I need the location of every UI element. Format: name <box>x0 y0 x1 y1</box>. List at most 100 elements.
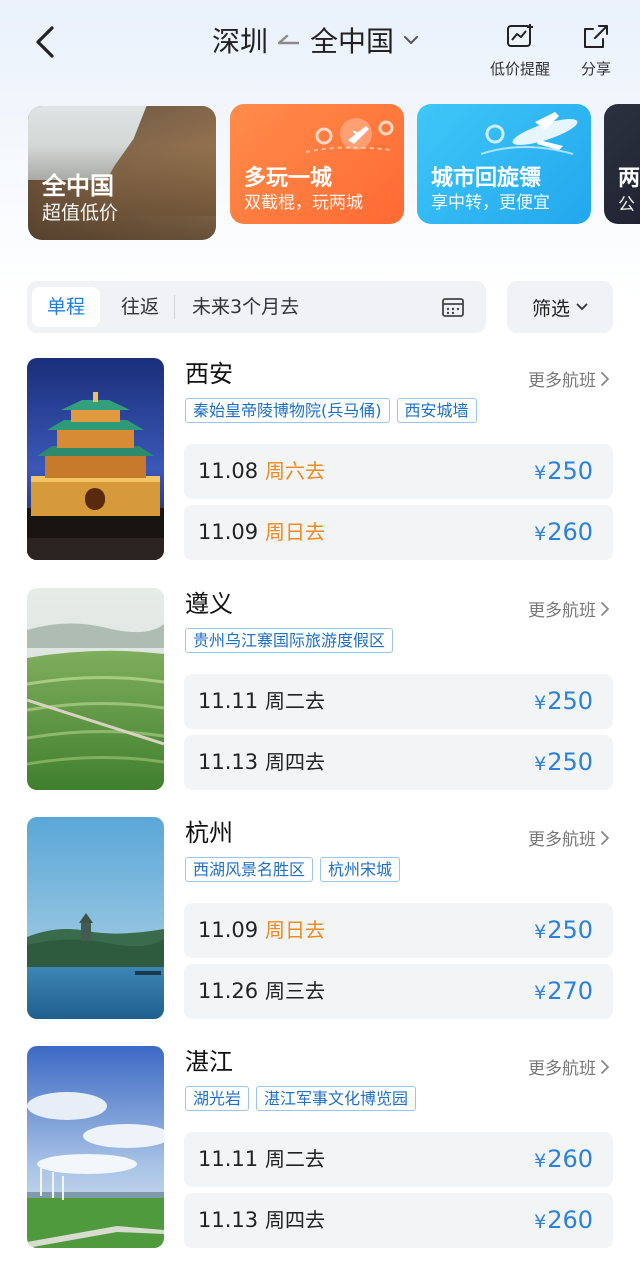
flight-row[interactable]: 11.09 周日去 ¥260 <box>184 505 613 560</box>
flight-weekday: 周二去 <box>265 1147 325 1171</box>
more-flights-link[interactable]: 更多航班 <box>528 1054 610 1079</box>
city-name: 杭州 <box>185 819 233 847</box>
flight-date: 11.11 <box>198 1147 259 1171</box>
share-label: 分享 <box>580 60 611 78</box>
calendar-icon[interactable] <box>441 295 465 319</box>
route-selector[interactable]: 深圳 全中国 <box>212 20 420 60</box>
hangzhou-lake-image <box>27 817 164 1019</box>
back-arrow-icon[interactable] <box>30 22 62 62</box>
banner-boomerang[interactable]: 城市回旋镖 享中转，更便宜 <box>417 104 591 224</box>
flight-row[interactable]: 11.09 周日去 ¥250 <box>184 903 613 958</box>
attraction-tag[interactable]: 秦始皇帝陵博物院(兵马俑) <box>185 398 390 423</box>
currency-symbol: ¥ <box>534 1211 547 1233</box>
price-value: 260 <box>547 1145 593 1173</box>
one-way-tab[interactable]: 单程 <box>32 287 100 327</box>
destination-card: 杭州 更多航班 西湖风景名胜区 杭州宋城 11.09 周日去 ¥250 11.2… <box>0 817 640 1021</box>
price-value: 250 <box>547 457 593 485</box>
city-photo[interactable] <box>27 1046 164 1248</box>
attraction-tag[interactable]: 西湖风景名胜区 <box>185 857 314 882</box>
share-button[interactable]: 分享 <box>576 22 616 79</box>
city-name: 西安 <box>185 360 233 388</box>
flight-price: ¥260 <box>534 1193 593 1250</box>
currency-symbol: ¥ <box>534 462 547 484</box>
share-icon <box>584 25 608 48</box>
chevron-right-icon <box>601 1059 609 1074</box>
flight-price: ¥260 <box>534 505 593 562</box>
city-name: 湛江 <box>185 1048 233 1076</box>
destination-card: 遵义 更多航班 贵州乌江寨国际旅游度假区 11.11 周二去 ¥250 11.1… <box>0 588 640 792</box>
flight-weekday: 周日去 <box>265 918 325 942</box>
flight-row[interactable]: 11.13 周四去 ¥250 <box>184 735 613 790</box>
flight-row[interactable]: 11.11 周二去 ¥250 <box>184 674 613 729</box>
round-trip-tab[interactable]: 往返 <box>107 287 173 327</box>
currency-symbol: ¥ <box>534 921 547 943</box>
flight-date: 11.08 <box>198 459 259 483</box>
price-value: 270 <box>547 977 593 1005</box>
currency-symbol: ¥ <box>534 523 547 545</box>
flight-weekday: 周二去 <box>265 689 325 713</box>
filter-button[interactable]: 筛选 <box>507 281 613 333</box>
banner-subtitle: 超值低价 <box>42 202 119 224</box>
price-alert-button[interactable]: 低价提醒 <box>486 22 554 79</box>
flight-price: ¥250 <box>534 735 593 792</box>
attraction-tag[interactable]: 贵州乌江寨国际旅游度假区 <box>185 628 394 653</box>
trip-type-segment: 单程 往返 未来3个月去 <box>27 281 486 333</box>
flight-date: 11.09 <box>198 520 259 544</box>
chevron-right-icon <box>601 371 609 386</box>
city-photo[interactable] <box>27 817 164 1019</box>
more-flights-label: 更多航班 <box>528 1059 596 1079</box>
currency-symbol: ¥ <box>534 753 547 775</box>
flight-date: 11.13 <box>198 750 259 774</box>
more-flights-link[interactable]: 更多航班 <box>528 825 610 850</box>
flight-row[interactable]: 11.11 周二去 ¥260 <box>184 1132 613 1187</box>
price-value: 250 <box>547 687 593 715</box>
flight-row[interactable]: 11.08 周六去 ¥250 <box>184 444 613 499</box>
divider <box>174 295 175 319</box>
price-trend-icon <box>507 24 533 47</box>
attraction-tags: 湖光岩 湛江军事文化博览园 <box>185 1086 417 1111</box>
banner-title: 两 <box>618 166 640 191</box>
price-value: 260 <box>547 1206 593 1234</box>
flight-price: ¥270 <box>534 964 593 1021</box>
price-value: 250 <box>547 748 593 776</box>
banner-multi-city[interactable]: 多玩一城 双截棍，玩两城 <box>230 104 404 224</box>
more-flights-link[interactable]: 更多航班 <box>528 366 610 391</box>
city-name: 遵义 <box>185 590 233 618</box>
flight-weekday: 周三去 <box>265 979 325 1003</box>
more-flights-label: 更多航班 <box>528 371 596 391</box>
banner-subtitle: 双截棍，玩两城 <box>244 193 363 213</box>
currency-symbol: ¥ <box>534 692 547 714</box>
flight-row[interactable]: 11.26 周三去 ¥270 <box>184 964 613 1019</box>
city-photo[interactable] <box>27 358 164 560</box>
date-range-text[interactable]: 未来3个月去 <box>192 287 299 327</box>
flight-date: 11.13 <box>198 1208 259 1232</box>
more-flights-link[interactable]: 更多航班 <box>528 596 610 621</box>
flight-price: ¥250 <box>534 444 593 501</box>
flight-row[interactable]: 11.13 周四去 ¥260 <box>184 1193 613 1248</box>
flight-weekday: 周四去 <box>265 750 325 774</box>
attraction-tag[interactable]: 湛江军事文化博览园 <box>256 1086 417 1111</box>
flight-date: 11.26 <box>198 979 259 1003</box>
banner-subtitle: 公 <box>618 195 635 215</box>
currency-symbol: ¥ <box>534 1150 547 1172</box>
currency-symbol: ¥ <box>534 982 547 1004</box>
attraction-tags: 贵州乌江寨国际旅游度假区 <box>185 628 394 653</box>
destination-card: 湛江 更多航班 湖光岩 湛江军事文化博览园 11.11 周二去 ¥260 11.… <box>0 1046 640 1250</box>
destination-card: 西安 更多航班 秦始皇帝陵博物院(兵马俑) 西安城墙 11.08 周六去 ¥25… <box>0 358 640 562</box>
xian-bell-tower-image <box>27 358 164 560</box>
attraction-tag[interactable]: 西安城墙 <box>396 398 477 423</box>
more-flights-label: 更多航班 <box>528 830 596 850</box>
banner-partial[interactable]: 两 公 <box>604 104 640 224</box>
attraction-tag[interactable]: 杭州宋城 <box>320 857 401 882</box>
promo-banners: 全中国 超值低价 多玩一城 双截棍，玩两城 城市回旋镖 享中转，更便宜 两 公 <box>0 104 640 244</box>
price-value: 250 <box>547 916 593 944</box>
filter-label: 筛选 <box>531 297 570 320</box>
more-flights-label: 更多航班 <box>528 601 596 621</box>
zunyi-tea-field-image <box>27 588 164 790</box>
banner-title: 全中国 <box>42 172 114 200</box>
chevron-right-icon <box>601 601 609 616</box>
banner-all-china[interactable]: 全中国 超值低价 <box>28 106 216 240</box>
city-photo[interactable] <box>27 588 164 790</box>
airplane-pin-icon <box>305 118 394 153</box>
attraction-tag[interactable]: 湖光岩 <box>185 1086 250 1111</box>
